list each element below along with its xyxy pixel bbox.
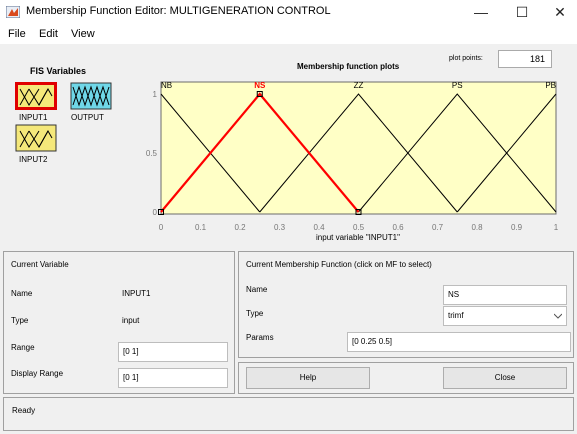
status-text: Ready [12, 406, 36, 415]
x-tick-label: 0.8 [471, 223, 483, 232]
x-tick-label: 0.1 [195, 223, 207, 232]
mf-type-value: trimf [448, 311, 464, 320]
range-input[interactable]: [0 1] [118, 342, 228, 362]
y-tick-label: 1 [153, 90, 158, 99]
mf-params-label: Params [246, 333, 274, 342]
mf-label-ns[interactable]: NS [254, 81, 266, 90]
close-button[interactable]: Close [443, 367, 567, 389]
x-tick-label: 0 [159, 223, 164, 232]
x-tick-label: 0.7 [432, 223, 444, 232]
plot-area [160, 81, 557, 215]
y-tick-label: 0.5 [146, 149, 158, 158]
mf-type-label: Type [246, 309, 264, 318]
status-bar: Ready [3, 397, 574, 431]
mf-label-zz[interactable]: ZZ [354, 81, 364, 90]
mf-label-nb[interactable]: NB [161, 81, 172, 90]
variable-type-value: input [122, 316, 140, 325]
mf-params-input[interactable]: [0 0.25 0.5] [347, 332, 571, 352]
mf-name-input[interactable]: NS [443, 285, 567, 305]
x-tick-label: 0.4 [313, 223, 325, 232]
range-label: Range [11, 343, 35, 352]
mf-label-pb[interactable]: PB [545, 81, 556, 90]
chevron-down-icon [554, 313, 562, 319]
display-range-input[interactable]: [0 1] [118, 368, 228, 388]
x-tick-label: 0.5 [353, 223, 365, 232]
variable-name-value: INPUT1 [122, 289, 151, 298]
help-button[interactable]: Help [246, 367, 370, 389]
membership-function-plot[interactable]: NB ZZ PS PB NS 0 0.1 0.2 0.3 0.4 0.5 0.6 0.7 0.8 0.9 1… [0, 0, 577, 250]
mf-type-select[interactable]: trimf [443, 306, 567, 326]
x-tick-label: 0.6 [392, 223, 404, 232]
x-tick-label: 0.9 [511, 223, 523, 232]
variable-type-label: Type [11, 316, 29, 325]
current-variable-title: Current Variable [11, 260, 69, 269]
mf-name-label: Name [246, 285, 268, 294]
display-range-label: Display Range [11, 369, 64, 378]
y-tick-label: 0 [153, 208, 158, 217]
x-tick-label: 1 [554, 223, 559, 232]
x-axis-label: input variable "INPUT1" [316, 233, 400, 242]
x-tick-label: 0.2 [234, 223, 246, 232]
mf-label-ps[interactable]: PS [452, 81, 463, 90]
current-mf-title: Current Membership Function (click on MF… [246, 260, 432, 269]
x-tick-label: 0.3 [274, 223, 286, 232]
variable-name-label: Name [11, 289, 33, 298]
